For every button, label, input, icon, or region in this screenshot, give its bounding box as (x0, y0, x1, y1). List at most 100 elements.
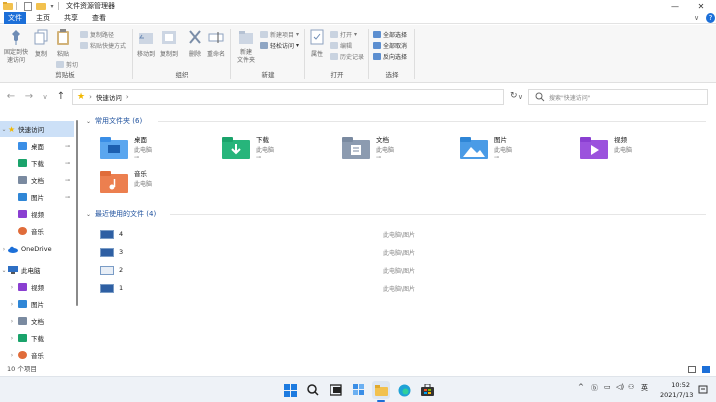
file-explorer-taskbar-button[interactable] (372, 381, 390, 399)
widgets-button[interactable] (350, 381, 368, 399)
properties-quick-icon[interactable] (23, 1, 33, 11)
select-all-button[interactable]: 全部选择 (373, 29, 407, 39)
sidebar-item-label: 下载 (31, 160, 44, 168)
sidebar-item-quick-access[interactable]: ⌄ ★ 快速访问 (0, 121, 74, 137)
chevron-right-icon[interactable]: › (8, 284, 16, 291)
power-icon[interactable]: ⚇ (628, 383, 634, 391)
move-to-button[interactable]: 移动到 (136, 29, 156, 58)
sidebar-item-label: 下载 (31, 335, 44, 343)
large-icons-view-icon[interactable] (702, 366, 710, 373)
paste-button[interactable]: 粘贴 (54, 29, 72, 58)
sidebar-item-pc-music[interactable]: › 音乐 (0, 347, 74, 363)
list-item[interactable]: 1 此电脑\图片 (100, 280, 660, 296)
back-arrow-icon: ← (6, 91, 16, 102)
sidebar-item-pictures[interactable]: 图片 ⊸ (0, 189, 74, 205)
chevron-right-icon[interactable]: › (8, 318, 16, 325)
sidebar-item-pc-pictures[interactable]: › 图片 (0, 296, 74, 312)
file-path: 此电脑\图片 (383, 267, 416, 275)
network-icon[interactable]: ▭ (604, 383, 611, 391)
open-button[interactable]: 打开 ▾ (330, 29, 357, 39)
invert-selection-button[interactable]: 反向选择 (373, 51, 407, 61)
chevron-right-icon[interactable]: › (8, 301, 16, 308)
sidebar-item-documents[interactable]: 文档 ⊸ (0, 172, 74, 188)
close-button[interactable]: ✕ (686, 0, 716, 12)
search-box[interactable]: 搜索"快速访问" (528, 89, 708, 105)
history-button[interactable]: 历史记录 (330, 51, 364, 61)
breadcrumb-quick-access[interactable]: 快速访问 (96, 92, 122, 102)
edge-button[interactable] (395, 381, 413, 399)
frequent-folders-header[interactable]: ⌄ 常用文件夹 (6) (86, 116, 142, 126)
chevron-down-icon[interactable]: ⌄ (0, 267, 8, 274)
folder-tile-music[interactable]: 音乐 此电脑 (100, 168, 210, 208)
divider (132, 29, 133, 79)
tab-home[interactable]: 主页 (32, 12, 54, 24)
back-button[interactable]: ← (4, 91, 18, 102)
tab-view[interactable]: 查看 (88, 12, 110, 24)
select-none-button[interactable]: 全部取消 (373, 40, 407, 50)
paste-shortcut-button[interactable]: 粘贴快捷方式 (80, 40, 126, 50)
new-item-button[interactable]: 新建项目 ▾ (260, 29, 299, 39)
sidebar-item-pc-downloads[interactable]: › 下载 (0, 330, 74, 346)
store-button[interactable] (418, 381, 436, 399)
search-taskbar-button[interactable] (304, 381, 322, 399)
chevron-right-icon[interactable]: › (0, 246, 8, 253)
recent-files-header[interactable]: ⌄ 最近使用的文件 (4) (86, 209, 156, 219)
copy-path-button[interactable]: 复制路径 (80, 29, 114, 39)
help-icon[interactable]: ? (706, 13, 715, 23)
chevron-right-icon[interactable]: › (8, 352, 16, 359)
folder-tile-documents[interactable]: 文档 此电脑 ⊸ (342, 134, 452, 174)
list-item[interactable]: 4 此电脑\图片 (100, 226, 660, 242)
folder-tile-pictures[interactable]: 图片 此电脑 ⊸ (460, 134, 570, 174)
details-view-icon[interactable] (688, 366, 696, 373)
copy-button[interactable]: 复制 (32, 29, 50, 58)
tab-file[interactable]: 文件 (4, 12, 26, 24)
properties-button[interactable]: 属性 (308, 29, 326, 58)
customize-quick-access-icon[interactable]: ▾ (49, 2, 55, 11)
clock[interactable]: 10:52 2021/7/13 (660, 380, 693, 400)
select-all-label: 全部选择 (383, 31, 408, 39)
address-bar[interactable]: ★ › 快速访问 › ∨ (72, 89, 523, 105)
sidebar-item-this-pc[interactable]: ⌄ 此电脑 (0, 262, 74, 278)
up-button[interactable]: ↑ (54, 91, 68, 102)
sidebar-item-videos[interactable]: 视频 (0, 206, 74, 222)
chevron-right-icon[interactable]: › (8, 335, 16, 342)
start-button[interactable] (281, 381, 299, 399)
recent-locations-button[interactable]: ∨ (38, 93, 52, 101)
folder-tile-downloads[interactable]: 下载 此电脑 ⊸ (222, 134, 332, 174)
new-folder-button[interactable]: 新建 文件夹 (234, 29, 258, 65)
edit-button[interactable]: 编辑 (330, 40, 352, 50)
chevron-down-icon[interactable]: ⌄ (0, 126, 8, 133)
folder-tile-videos[interactable]: 视频 此电脑 (580, 134, 690, 174)
delete-button[interactable]: 删除 (186, 29, 204, 58)
task-view-button[interactable] (327, 381, 345, 399)
cut-button[interactable]: 剪切 (56, 59, 78, 69)
bluetooth-icon[interactable]: ⓑ (591, 383, 598, 393)
new-folder-quick-icon[interactable] (36, 2, 46, 11)
sidebar-item-pc-videos[interactable]: › 视频 (0, 279, 74, 295)
pin-icon: ⊸ (134, 154, 140, 161)
widgets-icon (353, 384, 364, 395)
refresh-button[interactable]: ↻ (510, 91, 518, 101)
input-method-indicator[interactable]: 英 (641, 383, 648, 393)
explorer-app-icon[interactable] (3, 2, 13, 11)
notifications-button[interactable] (698, 385, 708, 395)
sidebar-item-onedrive[interactable]: › OneDrive (0, 241, 74, 257)
list-item[interactable]: 2 此电脑\图片 (100, 262, 660, 278)
rename-button[interactable]: 重命名 (206, 29, 226, 58)
forward-button[interactable]: → (22, 91, 36, 102)
pin-to-quick-access-button[interactable]: 固定到快 速访问 (3, 29, 29, 65)
expand-ribbon-icon[interactable]: ∨ (694, 14, 699, 22)
list-item[interactable]: 3 此电脑\图片 (100, 244, 660, 260)
sidebar-scrollbar[interactable] (76, 120, 78, 306)
volume-icon[interactable]: ◁) (616, 383, 624, 391)
address-dropdown-button[interactable]: ∨ (518, 93, 523, 101)
show-hidden-icons-button[interactable]: ^ (578, 383, 584, 391)
easy-access-button[interactable]: 轻松访问 ▾ (260, 40, 299, 50)
copy-to-button[interactable]: 复制到 (158, 29, 180, 58)
easy-access-icon (260, 41, 268, 49)
sidebar-item-downloads[interactable]: 下载 ⊸ (0, 155, 74, 171)
tab-share[interactable]: 共享 (60, 12, 82, 24)
sidebar-item-desktop[interactable]: 桌面 ⊸ (0, 138, 74, 154)
sidebar-item-music[interactable]: 音乐 (0, 223, 74, 239)
sidebar-item-pc-documents[interactable]: › 文档 (0, 313, 74, 329)
